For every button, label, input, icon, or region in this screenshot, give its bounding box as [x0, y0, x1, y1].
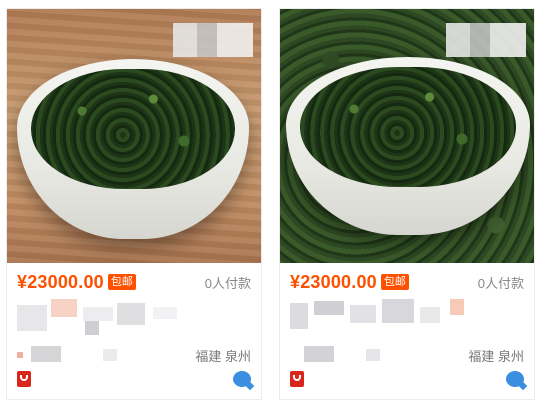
product-title-blurred[interactable]	[290, 299, 520, 339]
tea-leaves-image	[31, 69, 235, 189]
price-row: ¥23000.00 包邮 0人付款	[17, 271, 251, 293]
card-footer	[290, 369, 524, 389]
sales-count: 0人付款	[477, 275, 524, 291]
product-card-1[interactable]: ¥23000.00 包邮 0人付款 福建 泉州	[6, 8, 262, 400]
product-card-2[interactable]: ¥23000.00 包邮 0人付款 福建 泉州	[279, 8, 535, 400]
chat-icon[interactable]	[233, 371, 251, 387]
chat-icon[interactable]	[506, 371, 524, 387]
shop-icon[interactable]	[17, 371, 31, 387]
product-image-1[interactable]	[7, 9, 261, 263]
location: 福建 泉州	[195, 348, 251, 364]
product-image-2[interactable]	[280, 9, 534, 263]
price: ¥23000.00	[17, 271, 104, 292]
free-shipping-badge: 包邮	[380, 274, 409, 290]
product-title-blurred[interactable]	[17, 299, 247, 339]
tea-leaves-image	[300, 67, 516, 187]
shop-icon[interactable]	[290, 371, 304, 387]
tea-bowl-image	[286, 57, 530, 235]
free-shipping-badge: 包邮	[107, 274, 136, 290]
location: 福建 泉州	[468, 348, 524, 364]
shop-name-blurred[interactable]	[290, 346, 390, 364]
blurred-watermark	[446, 23, 526, 57]
blurred-watermark	[173, 23, 253, 57]
price-row: ¥23000.00 包邮 0人付款	[290, 271, 524, 293]
price: ¥23000.00	[290, 271, 377, 292]
tea-bowl-image	[17, 59, 249, 239]
shop-name-blurred[interactable]	[17, 346, 117, 364]
card-footer	[17, 369, 251, 389]
sales-count: 0人付款	[204, 275, 251, 291]
location-row: 福建 泉州	[290, 344, 524, 366]
location-row: 福建 泉州	[17, 344, 251, 366]
